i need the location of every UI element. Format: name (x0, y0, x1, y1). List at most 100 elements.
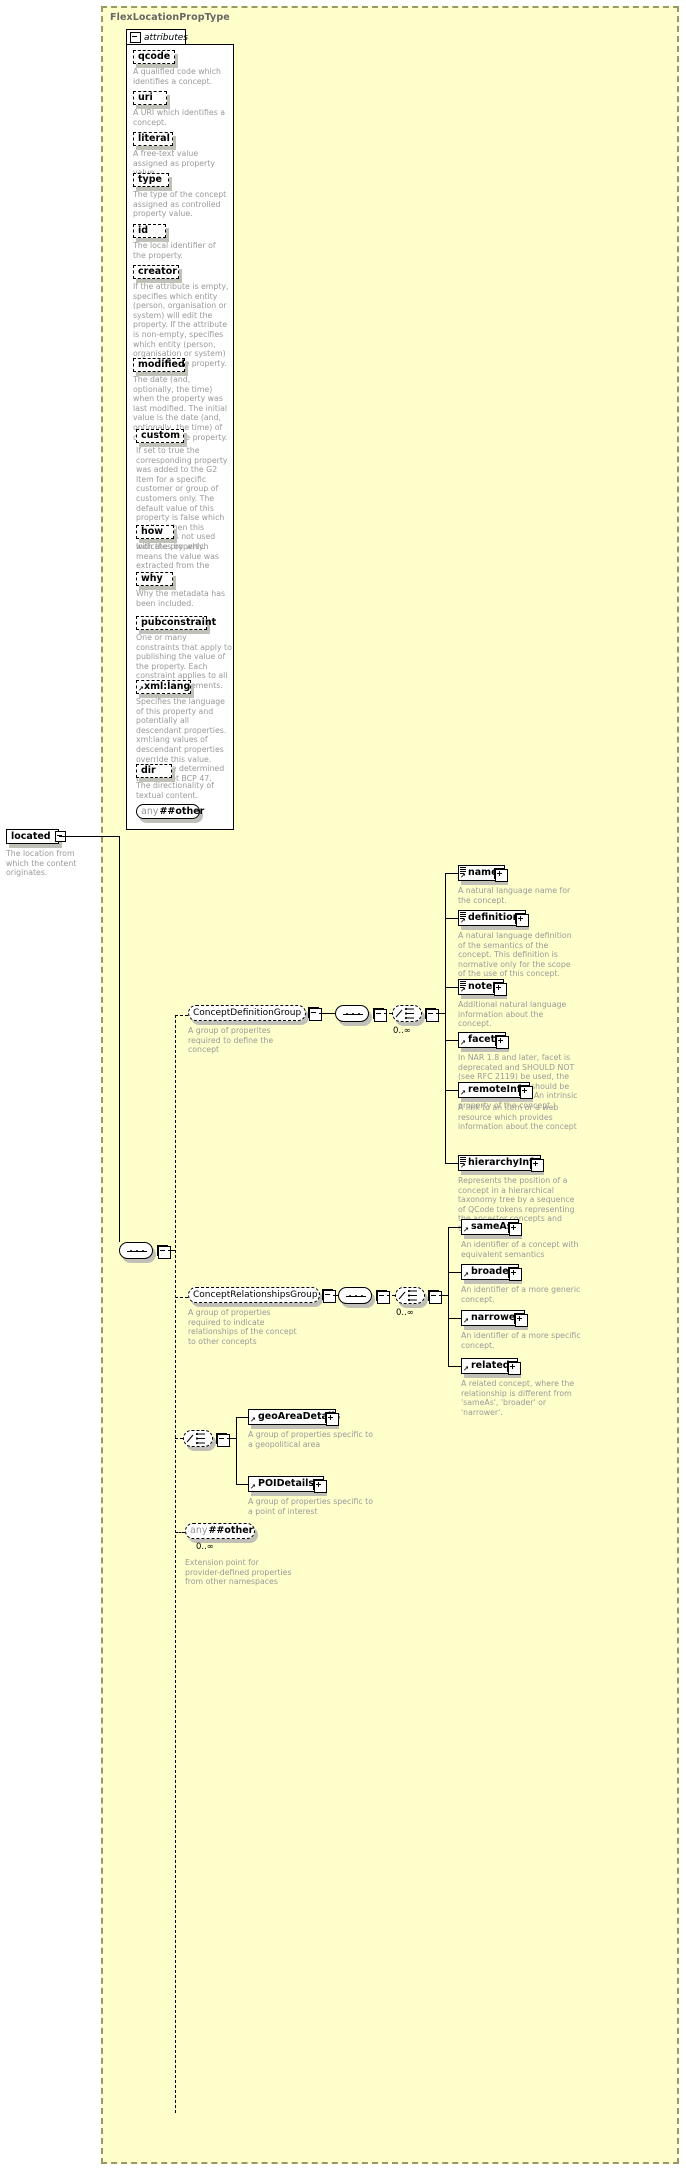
attribute-doc: If the attribute is empty, specifies whi… (133, 282, 229, 368)
sequence-compositor-conceptdefinition[interactable] (335, 1005, 369, 1022)
collapse-minus-icon[interactable] (374, 1009, 387, 1022)
group-node-conceptrelationshipsgroup[interactable]: ConceptRelationshipsGroup (188, 1287, 320, 1303)
attribute-node-why[interactable]: why (136, 572, 173, 586)
element-expander[interactable] (325, 1412, 339, 1426)
expand-plus-icon[interactable] (509, 1223, 522, 1236)
element-arrow-icon: ↗ (460, 917, 466, 925)
element-expander[interactable] (313, 1479, 327, 1493)
sequence-compositor-root[interactable] (119, 1242, 153, 1259)
attribute-label: xml:lang (144, 681, 191, 693)
element-node-geoareadetails[interactable]: ↗ geoAreaDetails (248, 1409, 340, 1425)
attribute-node-literal[interactable]: literal (133, 132, 173, 146)
expand-plus-icon[interactable] (531, 1159, 544, 1172)
attribute-any-other[interactable]: any ##other (136, 804, 204, 819)
choice-expander[interactable] (216, 1433, 230, 1447)
attribute-doc: Why the metadata has been included. (136, 589, 226, 608)
element-doc: An identifier of a more generic concept. (461, 1285, 581, 1304)
group-expander[interactable] (308, 1007, 322, 1021)
element-arrow-icon: ↗ (463, 1271, 469, 1279)
expand-plus-icon[interactable] (516, 914, 529, 927)
sequence-expander[interactable] (373, 1008, 387, 1022)
expand-plus-icon[interactable] (508, 1362, 521, 1375)
element-arrow-icon: ↗ (463, 1226, 469, 1234)
attribute-node-dir[interactable]: dir (136, 764, 172, 778)
element-expander[interactable] (507, 1361, 521, 1375)
element-expander[interactable] (508, 1267, 522, 1281)
connector (445, 873, 446, 1163)
attribute-node-pubconstraint[interactable]: pubconstraint (136, 616, 216, 630)
element-doc: The location from which the content orig… (6, 849, 77, 878)
element-expander[interactable] (530, 1158, 544, 1172)
attribute-node-qcode[interactable]: qcode (133, 50, 175, 64)
element-expander[interactable] (519, 1085, 533, 1099)
element-doc: A natural language definition of the sem… (458, 931, 572, 979)
collapse-minus-icon[interactable] (426, 1009, 439, 1022)
element-expander[interactable] (508, 1222, 522, 1236)
element-node-located[interactable]: located (6, 829, 66, 844)
attribute-node-uri[interactable]: uri (133, 91, 167, 105)
sequence-compositor-conceptrelationships[interactable] (338, 1287, 372, 1304)
collapse-minus-icon[interactable] (130, 32, 141, 43)
any-prefix-label: any (190, 1525, 208, 1537)
attribute-node-how[interactable]: how (136, 525, 174, 539)
expand-plus-icon[interactable] (515, 1314, 528, 1327)
collapse-minus-icon[interactable] (158, 1246, 171, 1259)
choice-expander[interactable] (425, 1008, 439, 1022)
expand-plus-icon[interactable] (509, 1268, 522, 1281)
group-node-conceptdefinitiongroup[interactable]: ConceptDefinitionGroup (188, 1005, 306, 1021)
schema-diagram-canvas: FlexLocationPropType attributes qcode A … (0, 0, 686, 2170)
sequence-root-expander[interactable] (157, 1245, 171, 1259)
attribute-label: qcode (138, 51, 171, 63)
expand-plus-icon[interactable] (520, 1086, 533, 1099)
choice-compositor-details[interactable] (183, 1430, 213, 1447)
connector (445, 918, 458, 919)
element-node-hierarchyinfo[interactable]: ↗ hierarchyInfo (458, 1155, 541, 1171)
expand-plus-icon[interactable] (495, 869, 508, 882)
any-namespace-label: ##other (208, 1525, 254, 1537)
collapse-minus-icon[interactable] (323, 1290, 336, 1303)
element-expander[interactable] (494, 868, 508, 882)
connector (319, 1013, 335, 1014)
expand-plus-icon[interactable] (496, 1036, 509, 1049)
collapse-minus-icon[interactable] (377, 1291, 390, 1304)
connector (448, 1366, 461, 1367)
attribute-node-type[interactable]: type (133, 173, 169, 187)
attribute-arrow-icon: ↗ (138, 685, 144, 693)
element-expander[interactable] (514, 1313, 528, 1327)
collapse-minus-icon[interactable] (429, 1291, 442, 1304)
attributes-tab-label: attributes (144, 32, 188, 43)
group-doc: A group of properites required to define… (188, 1026, 274, 1055)
element-expander[interactable] (495, 1035, 509, 1049)
choice-compositor-conceptdefinition[interactable] (392, 1005, 422, 1022)
expand-plus-icon[interactable] (494, 983, 507, 996)
connector (439, 1295, 448, 1296)
sequence-expander[interactable] (376, 1290, 390, 1304)
choice-expander[interactable] (428, 1290, 442, 1304)
connector (227, 1438, 236, 1439)
attributes-tab[interactable]: attributes (126, 29, 188, 45)
element-arrow-icon: ↗ (460, 1162, 466, 1170)
attribute-label: type (138, 174, 162, 186)
choice-compositor-conceptrelationships[interactable] (395, 1287, 425, 1304)
attribute-node-id[interactable]: id (133, 224, 166, 238)
connector (448, 1227, 461, 1228)
expand-plus-icon[interactable] (314, 1480, 327, 1493)
element-expander[interactable] (515, 913, 529, 927)
connector (236, 1417, 237, 1484)
attribute-node-modified[interactable]: modified (133, 358, 185, 372)
attribute-doc: The directionality of textual content. (136, 781, 214, 800)
attribute-node-creator[interactable]: creator (133, 265, 179, 279)
element-expander[interactable] (493, 982, 507, 996)
attribute-node-custom[interactable]: custom (136, 429, 184, 443)
attribute-node-xml-lang[interactable]: ↗ xml:lang (136, 680, 191, 694)
attribute-doc: The type of the concept assigned as cont… (133, 190, 227, 219)
expand-plus-icon[interactable] (326, 1413, 339, 1426)
any-other-node[interactable]: any ##other (185, 1523, 255, 1539)
connector-dashed (387, 1295, 395, 1296)
attribute-doc: The local identifier of the property. (133, 241, 216, 260)
collapse-minus-icon[interactable] (217, 1434, 230, 1447)
element-doc: A related concept, where the relationshi… (461, 1379, 575, 1417)
group-expander[interactable] (322, 1289, 336, 1303)
collapse-minus-icon[interactable] (309, 1008, 322, 1021)
connector (59, 836, 103, 837)
